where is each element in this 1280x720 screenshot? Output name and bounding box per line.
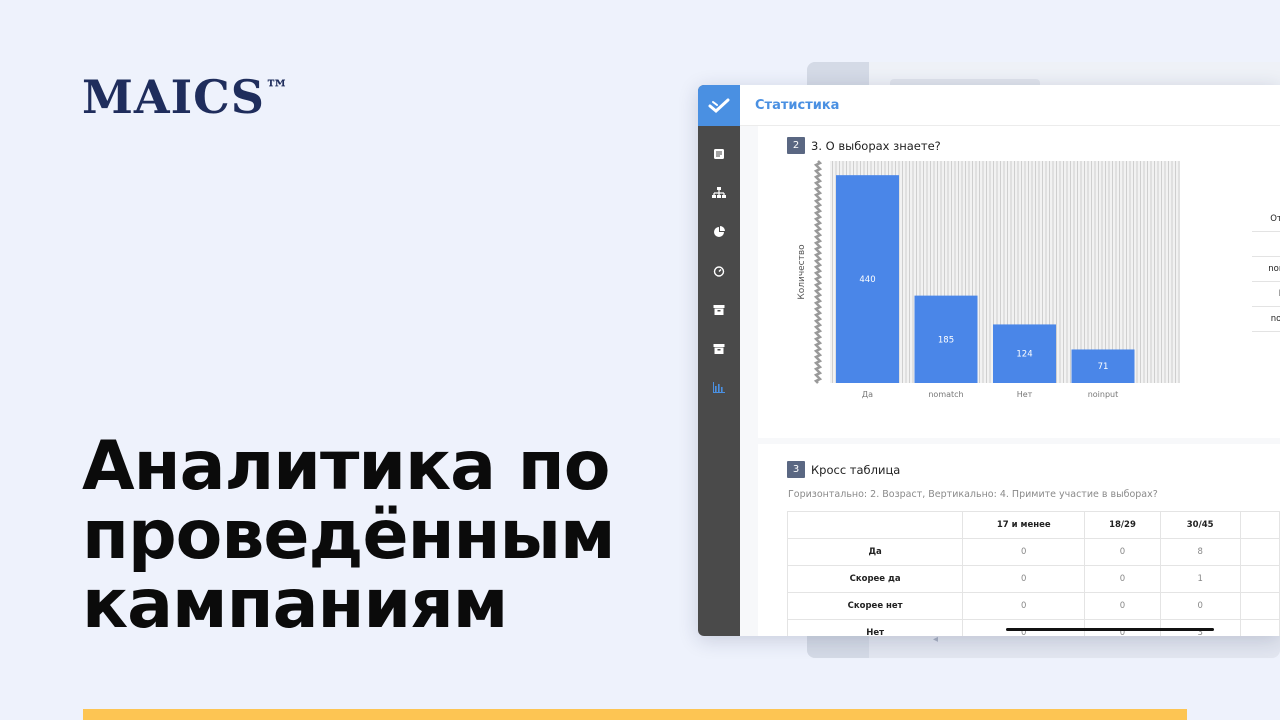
cross-cell: 0 xyxy=(962,592,1086,620)
cross-row-label: Нет xyxy=(786,619,964,636)
cross-row-label: Скорее да xyxy=(786,565,964,593)
bar-value-label: 185 xyxy=(938,335,954,345)
question-number: 2 xyxy=(787,137,805,154)
x-tick-label: Нет xyxy=(1017,390,1033,399)
cross-title: Кросс таблица xyxy=(811,462,901,477)
cross-cell: 0 xyxy=(962,565,1086,593)
cross-cell: 0 xyxy=(1159,592,1241,620)
cross-table: 17 и менее 18/29 30/45 Да 0 0 8 Скорее д… xyxy=(786,511,1280,636)
cross-col-header xyxy=(786,511,964,539)
y-axis-label: Количество xyxy=(797,244,807,300)
timer-icon[interactable] xyxy=(698,251,740,290)
cross-cell: 0 xyxy=(1084,592,1161,620)
cross-cell: 0 xyxy=(1084,538,1161,566)
cross-row-label: Да xyxy=(786,538,964,566)
accent-bar xyxy=(83,709,1187,720)
headline-line-3: кампаниям xyxy=(82,565,508,644)
cross-cell: 8 xyxy=(1159,538,1241,566)
archive-alt-icon[interactable] xyxy=(698,329,740,368)
answers-row: Нет xyxy=(1252,281,1280,307)
answers-row: nomatch xyxy=(1252,256,1280,282)
answers-table: Ответы Да nomatch Нет noinput xyxy=(1252,207,1280,332)
maics-logo: MAICS™ xyxy=(82,70,290,124)
app-logo-icon[interactable] xyxy=(698,85,740,126)
bar-chart: Количество 440 Да 185 nomatch 124 Нет 71 noinpu… xyxy=(797,160,1180,399)
headline-line-2: проведённым xyxy=(82,496,616,575)
y-axis xyxy=(813,160,823,384)
bar-chart-icon[interactable] xyxy=(698,368,740,407)
answers-header: Ответы xyxy=(1252,207,1280,232)
cross-col-header: 30/45 xyxy=(1159,511,1241,539)
answers-row: Да xyxy=(1252,231,1280,257)
document-icon[interactable] xyxy=(698,134,740,173)
page-title: Статистика xyxy=(755,97,840,113)
sidebar xyxy=(698,85,740,636)
cross-header: 3 Кросс таблица xyxy=(787,461,900,478)
headline-line-1: Аналитика по xyxy=(82,427,610,506)
x-tick-label: noinput xyxy=(1088,390,1119,399)
pie-chart-icon[interactable] xyxy=(698,212,740,251)
cross-subtitle: Горизонтально: 2. Возраст, Вертикально: … xyxy=(788,489,1158,500)
topbar: Статистика xyxy=(740,85,1280,126)
org-chart-icon[interactable] xyxy=(698,173,740,212)
cross-col-header: 17 и менее xyxy=(962,511,1086,539)
home-indicator xyxy=(1006,628,1214,631)
cross-cell: 0 xyxy=(962,538,1086,566)
cross-number: 3 xyxy=(787,461,805,478)
question-title: 3. О выборах знаете? xyxy=(811,138,941,153)
answers-row: noinput xyxy=(1252,306,1280,332)
statistics-app-window: Статистика 2 3. О выборах знаете? Количе… xyxy=(698,85,1280,636)
cross-cell: 1 xyxy=(1159,565,1241,593)
archive-icon[interactable] xyxy=(698,290,740,329)
question-header: 2 3. О выборах знаете? xyxy=(787,137,941,154)
x-tick-label: Да xyxy=(862,390,873,399)
bar-value-label: 440 xyxy=(859,275,875,285)
cross-row-label: Скорее нет xyxy=(786,592,964,620)
bar-value-label: 124 xyxy=(1016,350,1032,360)
cross-cell: 0 xyxy=(1084,565,1161,593)
x-tick-label: nomatch xyxy=(928,390,963,399)
cross-col-header: 18/29 xyxy=(1084,511,1161,539)
content-area: 2 3. О выборах знаете? Количество 440 Да 1… xyxy=(740,126,1280,636)
headline: Аналитика по проведённым кампаниям xyxy=(82,432,682,639)
bar-value-label: 71 xyxy=(1098,362,1109,372)
